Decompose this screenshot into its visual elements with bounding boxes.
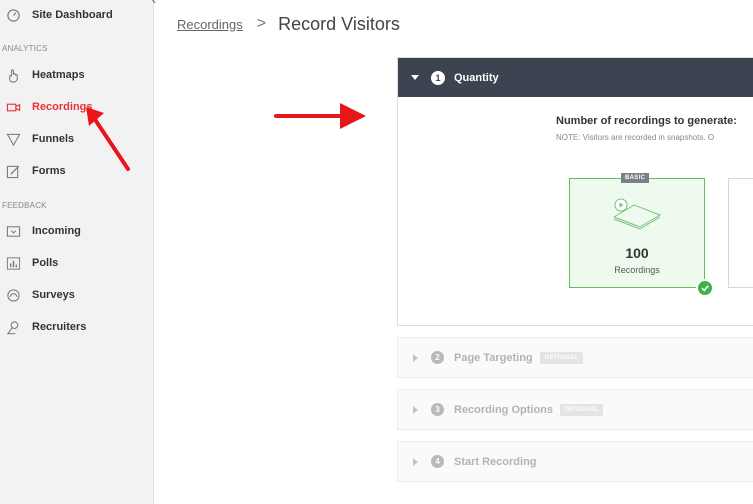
sidebar-item-label: Site Dashboard [32,9,113,21]
expand-triangle-icon [413,457,418,466]
selected-check-icon [696,279,714,297]
recordings-unit-label: Recordings [614,265,660,275]
sidebar-item-label: Funnels [32,133,75,145]
collapse-triangle-icon [411,75,419,80]
bar-chart-icon [5,255,21,271]
step-page-targeting[interactable]: 2 Page Targeting OPTIONAL [397,337,753,378]
step-start-recording[interactable]: 4 Start Recording [397,441,753,482]
sidebar-item-label: Heatmaps [32,69,85,81]
sidebar: ‹ Site Dashboard ANALYTICS Heatmaps Reco… [0,0,156,504]
quantity-panel: 1 Quantity Number of recordings to gener… [397,57,753,326]
survey-icon [5,287,21,303]
expand-triangle-icon [413,405,418,414]
step-label: Page Targeting [454,351,533,364]
form-edit-icon [5,163,21,179]
sidebar-item-label: Incoming [32,225,81,237]
recordings-option-card-basic[interactable]: BASIC 100 Recordings [569,173,714,297]
sidebar-item-label: Polls [32,257,59,269]
quantity-note: NOTE: Visitors are recorded in snapshots… [556,133,715,142]
step-number: 3 [431,403,444,416]
section-label-analytics: ANALYTICS [2,44,48,53]
sidebar-item-heatmaps[interactable]: Heatmaps [0,61,154,89]
breadcrumb-recordings-link[interactable]: Recordings [177,17,243,32]
sidebar-item-label: Forms [32,165,66,177]
recordings-option-card-next[interactable] [728,178,753,288]
dashboard-icon [5,7,21,23]
plan-badge: BASIC [621,173,650,183]
step-number: 1 [431,70,445,85]
annotation-arrow-panel-icon [274,103,366,129]
sidebar-item-polls[interactable]: Polls [0,249,154,277]
sidebar-item-incoming[interactable]: Incoming [0,217,154,245]
section-label-feedback: FEEDBACK [2,201,47,210]
step-label: Recording Options [454,403,553,416]
sidebar-item-recruiters[interactable]: Recruiters [0,313,154,341]
quantity-panel-header[interactable]: 1 Quantity [398,58,753,97]
sidebar-item-surveys[interactable]: Surveys [0,281,154,309]
video-camera-icon [5,99,21,115]
step-number: 4 [431,455,444,468]
step-label: Start Recording [454,455,537,468]
annotation-arrow-sidebar-icon [86,107,130,171]
hand-pointer-icon [5,67,21,83]
inbox-icon [5,223,21,239]
sidebar-item-site-dashboard[interactable]: Site Dashboard [0,1,154,29]
optional-tag: OPTIONAL [560,403,604,416]
expand-triangle-icon [413,353,418,362]
recordings-illustration-icon [612,198,662,230]
step-recording-options[interactable]: 3 Recording Options OPTIONAL [397,389,753,430]
quantity-panel-body: Number of recordings to generate: NOTE: … [398,97,753,325]
sidebar-item-label: Recruiters [32,321,87,333]
funnel-icon [5,131,21,147]
quantity-heading: Number of recordings to generate: [556,115,737,127]
sidebar-item-label: Surveys [32,289,75,301]
panel-title: Quantity [454,71,499,84]
step-number: 2 [431,351,444,364]
page-title: Record Visitors [278,13,400,34]
optional-tag: OPTIONAL [539,351,584,364]
breadcrumb: Recordings > Record Visitors [177,12,400,36]
breadcrumb-separator: > [256,15,267,32]
recordings-count: 100 [625,245,649,261]
user-icon [5,319,21,335]
